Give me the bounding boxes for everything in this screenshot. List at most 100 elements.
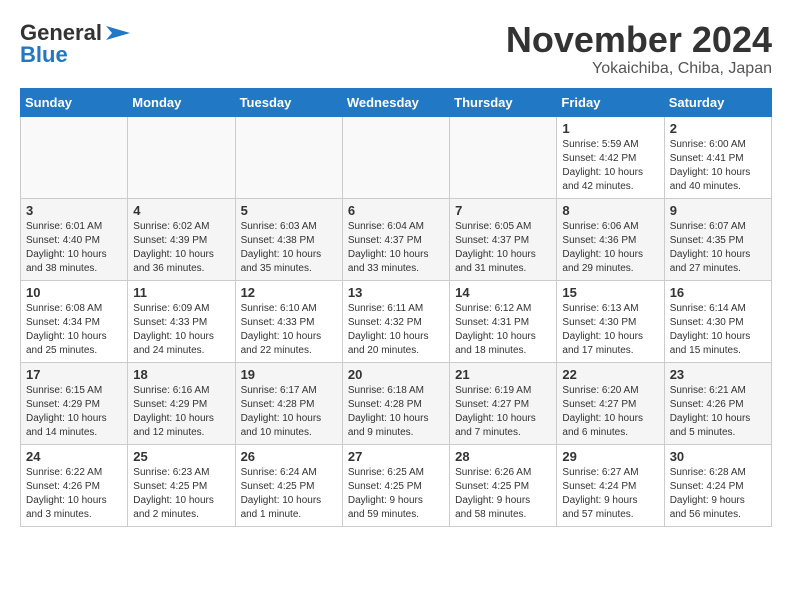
day-content: Sunrise: 6:00 AM Sunset: 4:41 PM Dayligh… [670, 138, 766, 194]
day-content: Sunrise: 6:23 AM Sunset: 4:25 PM Dayligh… [133, 466, 229, 522]
calendar-cell: 9 Sunrise: 6:07 AM Sunset: 4:35 PM Daylig… [664, 198, 771, 280]
day-number: 21 [455, 367, 551, 382]
calendar-cell: 23Sunrise: 6:21 AM Sunset: 4:26 PM Dayli… [664, 362, 771, 444]
day-number: 27 [348, 449, 444, 464]
calendar-cell: 15Sunrise: 6:13 AM Sunset: 4:30 PM Dayli… [557, 280, 664, 362]
calendar-cell: 7 Sunrise: 6:05 AM Sunset: 4:37 PM Daylig… [450, 198, 557, 280]
logo: General Blue [20, 20, 134, 68]
day-content: Sunrise: 6:26 AM Sunset: 4:25 PM Dayligh… [455, 466, 551, 522]
calendar-cell: 10 Sunrise: 6:08 AM Sunset: 4:34 PM Dayli… [21, 280, 128, 362]
calendar-cell: 21Sunrise: 6:19 AM Sunset: 4:27 PM Dayli… [450, 362, 557, 444]
day-number: 2 [670, 121, 766, 136]
day-content: Sunrise: 6:03 AM Sunset: 4:38 PM Dayligh… [241, 220, 337, 276]
day-number: 8 [562, 203, 658, 218]
title-block: November 2024 Yokaichiba, Chiba, Japan [506, 20, 772, 78]
day-number: 29 [562, 449, 658, 464]
day-number: 28 [455, 449, 551, 464]
day-number: 25 [133, 449, 229, 464]
day-number: 20 [348, 367, 444, 382]
calendar-cell [235, 116, 342, 198]
day-number: 18 [133, 367, 229, 382]
day-number: 16 [670, 285, 766, 300]
calendar-cell: 22 Sunrise: 6:20 AM Sunset: 4:27 PM Dayli… [557, 362, 664, 444]
day-number: 3 [26, 203, 122, 218]
calendar-cell: 17Sunrise: 6:15 AM Sunset: 4:29 PM Dayli… [21, 362, 128, 444]
day-content: Sunrise: 6:28 AM Sunset: 4:24 PM Dayligh… [670, 466, 766, 522]
calendar-cell [342, 116, 449, 198]
day-content: Sunrise: 6:17 AM Sunset: 4:28 PM Dayligh… [241, 384, 337, 440]
day-content: Sunrise: 6:08 AM Sunset: 4:34 PM Dayligh… [26, 302, 122, 358]
header-tuesday: Tuesday [235, 88, 342, 116]
header-wednesday: Wednesday [342, 88, 449, 116]
day-content: Sunrise: 6:16 AM Sunset: 4:29 PM Dayligh… [133, 384, 229, 440]
calendar-cell: 2 Sunrise: 6:00 AM Sunset: 4:41 PM Daylig… [664, 116, 771, 198]
calendar-table: SundayMondayTuesdayWednesdayThursdayFrid… [20, 88, 772, 527]
logo-arrow-icon [102, 22, 134, 44]
calendar-cell: 19Sunrise: 6:17 AM Sunset: 4:28 PM Dayli… [235, 362, 342, 444]
day-number: 22 [562, 367, 658, 382]
day-content: Sunrise: 6:06 AM Sunset: 4:36 PM Dayligh… [562, 220, 658, 276]
calendar-cell: 13 Sunrise: 6:11 AM Sunset: 4:32 PM Dayli… [342, 280, 449, 362]
day-number: 13 [348, 285, 444, 300]
day-content: Sunrise: 6:10 AM Sunset: 4:33 PM Dayligh… [241, 302, 337, 358]
week-row-2: 3Sunrise: 6:01 AM Sunset: 4:40 PM Daylig… [21, 198, 772, 280]
day-number: 11 [133, 285, 229, 300]
day-content: Sunrise: 6:05 AM Sunset: 4:37 PM Dayligh… [455, 220, 551, 276]
day-content: Sunrise: 6:15 AM Sunset: 4:29 PM Dayligh… [26, 384, 122, 440]
calendar-cell [128, 116, 235, 198]
day-number: 12 [241, 285, 337, 300]
day-content: Sunrise: 6:20 AM Sunset: 4:27 PM Dayligh… [562, 384, 658, 440]
calendar-cell: 1 Sunrise: 5:59 AM Sunset: 4:42 PM Daylig… [557, 116, 664, 198]
calendar-cell: 26 Sunrise: 6:24 AM Sunset: 4:25 PM Dayli… [235, 444, 342, 526]
day-content: Sunrise: 5:59 AM Sunset: 4:42 PM Dayligh… [562, 138, 658, 194]
header-thursday: Thursday [450, 88, 557, 116]
header-saturday: Saturday [664, 88, 771, 116]
day-content: Sunrise: 6:24 AM Sunset: 4:25 PM Dayligh… [241, 466, 337, 522]
day-content: Sunrise: 6:25 AM Sunset: 4:25 PM Dayligh… [348, 466, 444, 522]
day-number: 7 [455, 203, 551, 218]
logo-blue: Blue [20, 42, 68, 68]
calendar-cell: 6Sunrise: 6:04 AM Sunset: 4:37 PM Daylig… [342, 198, 449, 280]
calendar-cell: 14 Sunrise: 6:12 AM Sunset: 4:31 PM Dayli… [450, 280, 557, 362]
calendar-cell: 16 Sunrise: 6:14 AM Sunset: 4:30 PM Dayli… [664, 280, 771, 362]
calendar-cell: 11 Sunrise: 6:09 AM Sunset: 4:33 PM Dayli… [128, 280, 235, 362]
calendar-cell: 5 Sunrise: 6:03 AM Sunset: 4:38 PM Daylig… [235, 198, 342, 280]
day-number: 5 [241, 203, 337, 218]
calendar-cell: 18 Sunrise: 6:16 AM Sunset: 4:29 PM Dayli… [128, 362, 235, 444]
day-number: 6 [348, 203, 444, 218]
week-row-4: 17Sunrise: 6:15 AM Sunset: 4:29 PM Dayli… [21, 362, 772, 444]
day-content: Sunrise: 6:09 AM Sunset: 4:33 PM Dayligh… [133, 302, 229, 358]
day-content: Sunrise: 6:12 AM Sunset: 4:31 PM Dayligh… [455, 302, 551, 358]
day-content: Sunrise: 6:02 AM Sunset: 4:39 PM Dayligh… [133, 220, 229, 276]
day-content: Sunrise: 6:07 AM Sunset: 4:35 PM Dayligh… [670, 220, 766, 276]
calendar-cell: 8 Sunrise: 6:06 AM Sunset: 4:36 PM Daylig… [557, 198, 664, 280]
day-content: Sunrise: 6:14 AM Sunset: 4:30 PM Dayligh… [670, 302, 766, 358]
day-content: Sunrise: 6:11 AM Sunset: 4:32 PM Dayligh… [348, 302, 444, 358]
calendar-cell: 28 Sunrise: 6:26 AM Sunset: 4:25 PM Dayli… [450, 444, 557, 526]
calendar-cell: 24Sunrise: 6:22 AM Sunset: 4:26 PM Dayli… [21, 444, 128, 526]
day-content: Sunrise: 6:22 AM Sunset: 4:26 PM Dayligh… [26, 466, 122, 522]
calendar-cell: 3Sunrise: 6:01 AM Sunset: 4:40 PM Daylig… [21, 198, 128, 280]
day-number: 9 [670, 203, 766, 218]
calendar-cell: 12 Sunrise: 6:10 AM Sunset: 4:33 PM Dayli… [235, 280, 342, 362]
day-content: Sunrise: 6:13 AM Sunset: 4:30 PM Dayligh… [562, 302, 658, 358]
day-number: 10 [26, 285, 122, 300]
day-number: 30 [670, 449, 766, 464]
calendar-cell: 25 Sunrise: 6:23 AM Sunset: 4:25 PM Dayli… [128, 444, 235, 526]
calendar-title: November 2024 [506, 20, 772, 60]
calendar-cell: 29Sunrise: 6:27 AM Sunset: 4:24 PM Dayli… [557, 444, 664, 526]
day-number: 14 [455, 285, 551, 300]
week-row-1: 1 Sunrise: 5:59 AM Sunset: 4:42 PM Daylig… [21, 116, 772, 198]
week-row-5: 24Sunrise: 6:22 AM Sunset: 4:26 PM Dayli… [21, 444, 772, 526]
calendar-cell: 27 Sunrise: 6:25 AM Sunset: 4:25 PM Dayli… [342, 444, 449, 526]
day-number: 1 [562, 121, 658, 136]
calendar-header-row: SundayMondayTuesdayWednesdayThursdayFrid… [21, 88, 772, 116]
header-sunday: Sunday [21, 88, 128, 116]
calendar-cell [450, 116, 557, 198]
day-number: 26 [241, 449, 337, 464]
week-row-3: 10 Sunrise: 6:08 AM Sunset: 4:34 PM Dayli… [21, 280, 772, 362]
day-number: 4 [133, 203, 229, 218]
calendar-subtitle: Yokaichiba, Chiba, Japan [506, 60, 772, 78]
day-number: 23 [670, 367, 766, 382]
day-content: Sunrise: 6:18 AM Sunset: 4:28 PM Dayligh… [348, 384, 444, 440]
